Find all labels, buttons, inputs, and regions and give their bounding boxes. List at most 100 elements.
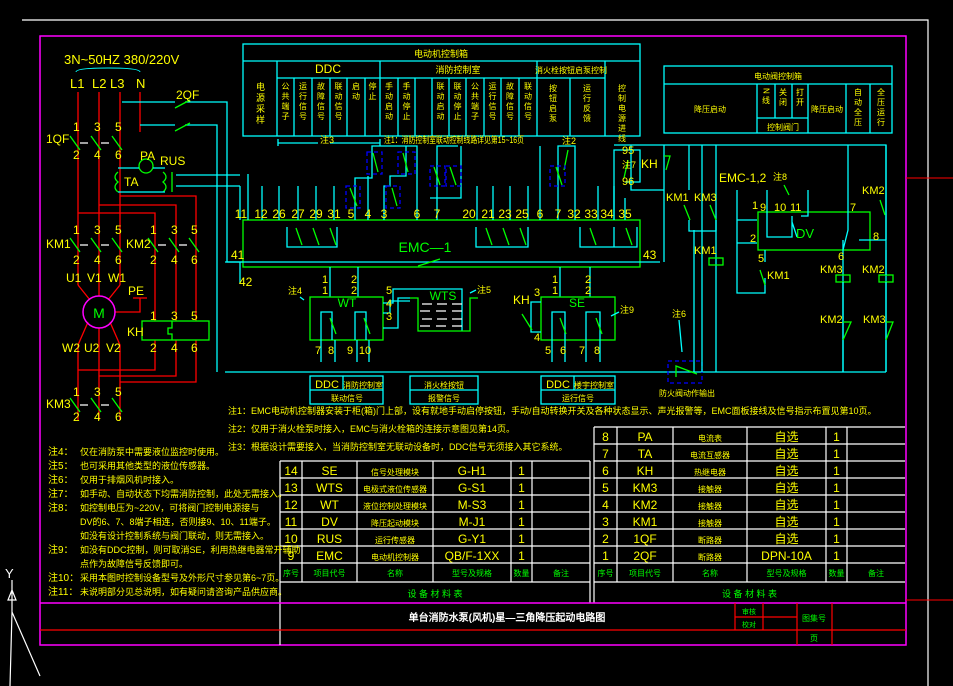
emc-terminal: 11: [235, 207, 248, 221]
km1-terminal: 4: [94, 253, 101, 267]
se-terminal: 4: [534, 332, 540, 344]
title-block-label: 图集号: [802, 613, 826, 623]
wts-label: WTS: [430, 289, 457, 303]
qf1-terminal: 4: [94, 148, 101, 162]
note-text: 也可采用其他类型的液位传感器。: [80, 460, 215, 471]
material-header: 序号: [283, 568, 299, 578]
km3-terminal: 4: [94, 410, 101, 424]
se-terminal: 8: [594, 345, 600, 357]
emc-terminal: 23: [498, 207, 512, 221]
km2-coil-label: KM2: [862, 264, 885, 276]
km3-contact-label: KM3: [694, 192, 717, 204]
ddc-box-label: 运行信号: [562, 393, 594, 403]
note-marker-9: 注9: [620, 304, 634, 315]
material-cell: 自选: [774, 464, 798, 478]
drawing-title: 单台消防水泵(风机)星—三角降压起动电路图: [409, 611, 606, 624]
material-cell: M-J1: [459, 515, 486, 529]
km2-terminal: 3: [171, 223, 178, 237]
km2-terminal: 4: [171, 253, 178, 267]
wt-terminal: 8: [328, 345, 334, 357]
material-cell: 5: [602, 481, 609, 495]
material-cell: 1: [518, 498, 525, 512]
cad-drawing-canvas[interactable]: 3N~50HZ 380/220VL1 L2 L3 N2QF1QF123456 PA RUS…: [0, 0, 953, 686]
wt-terminal: 7: [315, 345, 321, 357]
material-cell: 电动机控制器: [371, 552, 419, 562]
emc-terminal: 25: [515, 207, 529, 221]
table-cell: 公共端子: [471, 82, 480, 122]
material-cell: 自选: [774, 498, 798, 512]
km1-coil-label: KM1: [694, 245, 717, 257]
emc-terminal: 21: [481, 207, 495, 221]
table-cell: 电源采样: [255, 81, 265, 126]
note-text: 如没有DDC控制，则可取消SE，利用热继电器常开辅助: [80, 544, 301, 555]
note-key: 注5：: [48, 459, 74, 472]
kh-label: KH: [127, 325, 144, 339]
se-terminal: 7: [579, 345, 585, 357]
table-title: 电动机控制箱: [414, 48, 468, 59]
kh-terminal: 2: [150, 341, 157, 355]
phase-label: L2: [92, 76, 106, 91]
material-cell: WT: [320, 498, 339, 512]
kh-terminal: 1: [150, 309, 157, 323]
ddc-box-label: 消防控制室: [343, 380, 383, 390]
note-marker-5: 注5: [477, 284, 491, 295]
km1-terminal: 6: [115, 253, 122, 267]
wt-terminal: 4: [386, 298, 392, 310]
motor-terminal: W2: [62, 341, 80, 355]
qf1-terminal: 5: [115, 120, 122, 134]
note-text: 未说明部分见总说明，如有疑问请咨询产品供应商。: [80, 586, 287, 597]
material-cell: 接触器: [698, 501, 722, 511]
material-cell: PA: [637, 430, 652, 444]
material-cell: 1: [833, 515, 840, 529]
note-key: 注11：: [48, 585, 78, 598]
material-cell: 1: [602, 549, 609, 563]
material-header: 备注: [868, 568, 884, 578]
emc-terminal: 7: [434, 207, 441, 221]
emc-terminal: 43: [643, 248, 657, 262]
km1-label: KM1: [46, 237, 71, 251]
emc-terminal: 4: [365, 207, 372, 221]
se-kh-label: KH: [513, 293, 530, 307]
note-text: 如控制电压为~220V，可将阀门控制电源接与: [80, 502, 259, 513]
material-header: 名称: [702, 568, 718, 578]
table-header: 消防控制室: [435, 64, 480, 75]
emc-terminal: 35: [618, 207, 632, 221]
table-cell: 联动信号: [334, 82, 343, 122]
material-cell: 1: [833, 549, 840, 563]
material-cell: 1: [518, 481, 525, 495]
motor-terminal: V1: [87, 271, 102, 285]
table-cell: 运行信号: [299, 82, 308, 122]
table-cell: 打开: [796, 87, 805, 108]
km2-terminal: 6: [191, 253, 198, 267]
km3-terminal: 3: [94, 385, 101, 399]
emc-terminal: 42: [239, 275, 253, 289]
motor-terminal: U2: [84, 341, 100, 355]
breaker-2qf-label: 2QF: [176, 88, 199, 102]
emc-terminal: 29: [309, 207, 323, 221]
material-cell: 12: [284, 498, 298, 512]
km2-nc-label: KM2: [820, 314, 843, 326]
phase-label: L3: [110, 76, 124, 91]
material-cell: 1: [833, 532, 840, 546]
material-cell: G-Y1: [458, 532, 486, 546]
material-header: 名称: [387, 568, 403, 578]
km1-terminal: 3: [94, 223, 101, 237]
note-marker-1: 注1：消防控制室联动控制线路详见第15~16页: [384, 134, 524, 145]
material-cell: 1: [833, 430, 840, 444]
wt-terminal: 10: [359, 345, 371, 357]
material-cell: 1: [518, 532, 525, 546]
material-cell: 电流表: [698, 433, 722, 443]
ucs-axis-label: Y: [5, 566, 14, 581]
table-cell: 联动启动: [436, 82, 445, 122]
material-cell: 电流互感器: [690, 450, 730, 460]
km2-terminal: 1: [150, 223, 157, 237]
material-cell: 1: [518, 464, 525, 478]
material-cell: 信号处理模块: [371, 467, 419, 477]
material-cell: 2QF: [633, 549, 656, 563]
note-text: 注1：EMC电动机控制器安装于柜(箱)门上部，设有就地手动启停按钮，手动/自动转…: [228, 405, 877, 416]
wt-terminal: 1: [322, 285, 328, 297]
table-cell: 公共端子: [281, 82, 290, 122]
km1-contact-label: KM1: [666, 192, 689, 204]
wt-terminal: 2: [351, 285, 357, 297]
km3-nc-label: KM3: [863, 314, 886, 326]
